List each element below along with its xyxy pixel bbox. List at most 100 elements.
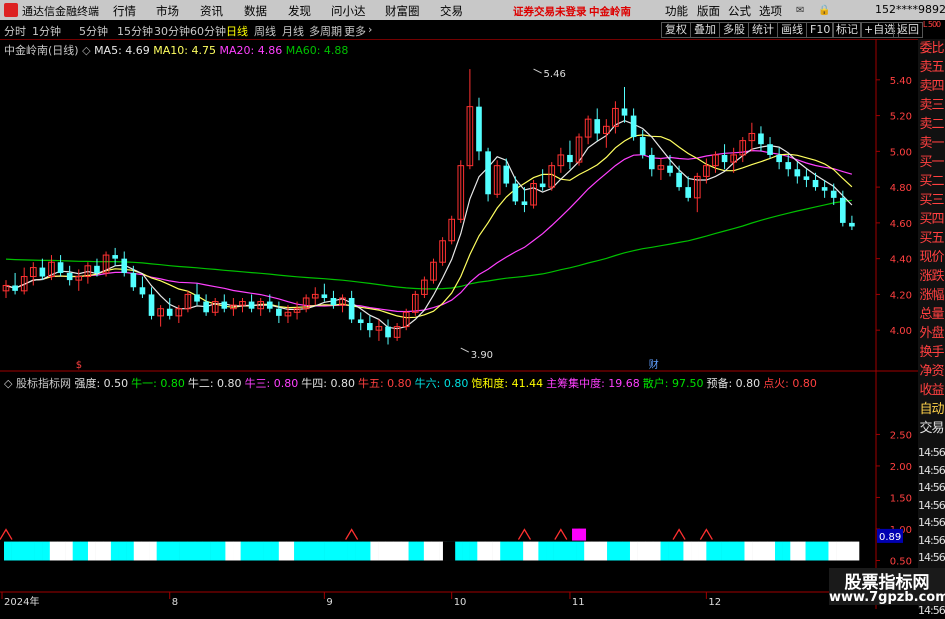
sidebar-item[interactable]: 收益 bbox=[918, 381, 945, 400]
signal-bar bbox=[469, 541, 478, 561]
signal-bar bbox=[57, 541, 66, 561]
signal-bar bbox=[233, 541, 241, 561]
signal-bar bbox=[294, 541, 303, 561]
sidebar-item[interactable]: 总量 bbox=[918, 305, 945, 324]
menu-hangqing[interactable]: 行情 bbox=[113, 3, 136, 19]
candle-body-down bbox=[112, 255, 118, 259]
y-tick-label: 4.00 bbox=[890, 326, 912, 337]
candle-body-down bbox=[476, 106, 482, 152]
sidebar-item[interactable]: 自动 bbox=[918, 400, 945, 419]
sidebar-item[interactable]: 买五 bbox=[918, 229, 945, 248]
chevron-right-icon[interactable]: › bbox=[368, 23, 372, 36]
signal-bar bbox=[126, 541, 135, 561]
annotation-label: 5.46 bbox=[544, 69, 566, 80]
candle-body-down bbox=[57, 262, 64, 273]
period-15min[interactable]: 15分钟 bbox=[117, 23, 153, 39]
trade-login-warning[interactable]: 证券交易未登录 bbox=[513, 4, 587, 19]
signal-bar bbox=[614, 541, 623, 561]
sidebar-item[interactable]: 涨幅 bbox=[918, 286, 945, 305]
sidebar-item[interactable]: 净资 bbox=[918, 362, 945, 381]
sidebar-item[interactable]: 卖四 bbox=[918, 77, 945, 96]
menu-gongshi[interactable]: 公式 bbox=[728, 3, 751, 19]
menu-banmian[interactable]: 版面 bbox=[697, 3, 720, 19]
sidebar-item[interactable]: 卖二 bbox=[918, 115, 945, 134]
user-account[interactable]: 152****9892 bbox=[875, 3, 945, 16]
kline-chart[interactable]: 4.00 4.20 4.40 4.60 4.80 5.00 5.20 5.40 5.46 3.90… bbox=[0, 39, 918, 609]
menu-jiaoyi[interactable]: 交易 bbox=[440, 3, 463, 19]
period-multi[interactable]: 多周期 bbox=[309, 23, 342, 39]
y-tick-label: 4.40 bbox=[890, 255, 912, 266]
period-monthly[interactable]: 月线 bbox=[282, 23, 304, 39]
menu-shuju[interactable]: 数据 bbox=[244, 3, 267, 19]
candle-body-down bbox=[66, 272, 73, 281]
btn-biaoji[interactable]: 标记 bbox=[832, 22, 862, 38]
watermark-url: www.7gpzb.com bbox=[829, 590, 945, 605]
sidebar-item[interactable]: 委比 bbox=[918, 39, 945, 58]
menu-faxian[interactable]: 发现 bbox=[288, 3, 311, 19]
signal-bar bbox=[355, 541, 364, 561]
x-tick-label: 11 bbox=[572, 597, 585, 608]
btn-tongji[interactable]: 统计 bbox=[748, 22, 778, 38]
period-60min[interactable]: 60分钟 bbox=[190, 23, 226, 39]
candle-body-down bbox=[648, 154, 655, 170]
x-tick-label: 9 bbox=[326, 597, 332, 608]
signal-bar bbox=[530, 541, 539, 561]
lock-icon[interactable]: 🔒 bbox=[818, 5, 830, 16]
sidebar-item[interactable]: 现价 bbox=[918, 248, 945, 267]
period-5min[interactable]: 5分钟 bbox=[79, 23, 108, 39]
sidebar-item[interactable]: 卖五 bbox=[918, 58, 945, 77]
signal-bar bbox=[187, 541, 196, 561]
sidebar-item[interactable]: 交易 bbox=[918, 419, 945, 438]
sidebar-item[interactable]: 买三 bbox=[918, 191, 945, 210]
signal-bar bbox=[263, 541, 272, 561]
sidebar-item[interactable]: 买二 bbox=[918, 172, 945, 191]
menu-zixun[interactable]: 资讯 bbox=[200, 3, 223, 19]
x-tick-label: 12 bbox=[708, 597, 721, 608]
signal-bar bbox=[278, 541, 287, 561]
candle-body-down bbox=[485, 151, 491, 195]
btn-huaxian[interactable]: 画线 bbox=[777, 22, 807, 38]
sidebar-item[interactable]: 买一 bbox=[918, 153, 945, 172]
menu-shichang[interactable]: 市场 bbox=[156, 3, 179, 19]
btn-f10[interactable]: F10 bbox=[806, 22, 835, 38]
signal-bar bbox=[813, 541, 822, 561]
candle-body-down bbox=[348, 297, 355, 320]
signal-bar bbox=[698, 541, 707, 561]
sidebar-item[interactable]: 换手 bbox=[918, 343, 945, 362]
btn-fuquan[interactable]: 复权 bbox=[661, 22, 691, 38]
mail-icon[interactable]: ✉ bbox=[796, 5, 804, 16]
btn-diejia[interactable]: 叠加 bbox=[690, 22, 720, 38]
period-more[interactable]: 更多 bbox=[344, 23, 366, 39]
sidebar-item[interactable]: 卖一 bbox=[918, 134, 945, 153]
period-weekly[interactable]: 周线 bbox=[254, 23, 276, 39]
menu-wenxiaoda[interactable]: 问小达 bbox=[331, 3, 366, 19]
signal-bar bbox=[660, 541, 669, 561]
btn-duogu[interactable]: 多股 bbox=[719, 22, 749, 38]
signal-bar bbox=[72, 541, 81, 561]
menu-xuanxiang[interactable]: 选项 bbox=[759, 3, 782, 19]
signal-bar bbox=[393, 541, 402, 561]
signal-bar bbox=[515, 541, 524, 561]
menu-caifuquan[interactable]: 财富圈 bbox=[385, 3, 420, 19]
period-30min[interactable]: 30分钟 bbox=[154, 23, 190, 39]
candle-body-down bbox=[521, 201, 528, 205]
signal-bar bbox=[790, 541, 799, 561]
sidebar-item[interactable]: 卖三 bbox=[918, 96, 945, 115]
signal-bar bbox=[546, 541, 554, 561]
candle-body-down bbox=[503, 165, 510, 184]
candle-body-down bbox=[812, 179, 819, 188]
sidebar-item[interactable]: 外盘 bbox=[918, 324, 945, 343]
period-fenshi[interactable]: 分时 bbox=[4, 23, 26, 39]
sidebar-item[interactable]: 买四 bbox=[918, 210, 945, 229]
period-1min[interactable]: 1分钟 bbox=[32, 23, 61, 39]
y-tick-label: 4.20 bbox=[890, 290, 912, 301]
signal-bar bbox=[538, 541, 547, 561]
signal-bar bbox=[622, 541, 631, 561]
signal-bar bbox=[492, 541, 501, 561]
signal-bar bbox=[301, 541, 310, 561]
signal-magenta-block bbox=[572, 528, 587, 541]
sidebar-item[interactable]: 涨跌 bbox=[918, 267, 945, 286]
period-daily[interactable]: 日线 bbox=[226, 23, 248, 39]
menu-gongneng[interactable]: 功能 bbox=[665, 3, 688, 19]
window-controls-icon[interactable] bbox=[940, 2, 945, 18]
